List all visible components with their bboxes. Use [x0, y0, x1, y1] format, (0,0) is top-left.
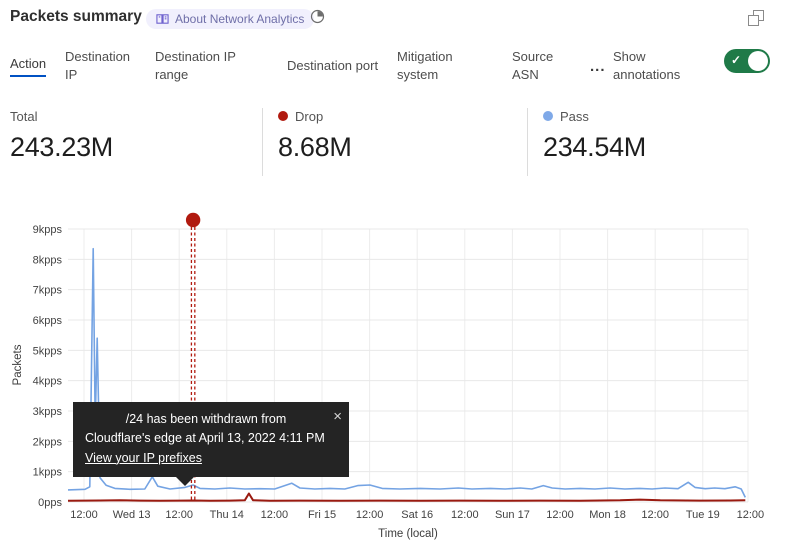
x-tick-label: 12:00 [261, 509, 289, 521]
x-tick-label: 12:00 [356, 509, 384, 521]
stat-value: 243.23M [10, 132, 113, 163]
x-axis-title: Time (local) [68, 528, 748, 540]
packets-summary-panel: Packets summary About Network Analytics … [0, 0, 785, 555]
legend-dot [278, 111, 288, 121]
show-annotations-toggle[interactable]: ✓ [724, 49, 770, 73]
tab-label: Mitigation system [397, 48, 491, 83]
tab-label: Source ASN [512, 48, 574, 83]
x-tick-label: 12:00 [70, 509, 98, 521]
stat-divider [262, 108, 263, 176]
annotation-marker[interactable] [186, 213, 200, 227]
y-axis-title: Packets [12, 305, 24, 425]
popout-icon[interactable] [748, 10, 764, 26]
tab-label: Destination IP range [155, 48, 267, 83]
x-tick-label: Mon 18 [589, 509, 626, 521]
x-tick-label: 12:00 [641, 509, 669, 521]
x-tick-label: Tue 19 [686, 509, 720, 521]
y-tick-label: 3kpps [33, 406, 63, 418]
tab-destination-ip-range[interactable]: Destination IP range [155, 47, 267, 85]
annotation-tooltip: × /24 has been withdrawn from Cloudflare… [73, 402, 349, 477]
close-icon[interactable]: × [333, 405, 342, 428]
tab-label: Destination IP [65, 48, 143, 83]
clock-icon [310, 9, 325, 29]
stat-total: Total 243.23M [10, 108, 113, 163]
x-tick-label: 12:00 [165, 509, 193, 521]
x-tick-label: Wed 13 [113, 509, 151, 521]
about-badge-label: About Network Analytics [175, 12, 304, 26]
x-tick-label: Sat 16 [401, 509, 433, 521]
toggle-knob [748, 51, 768, 71]
y-tick-label: 0pps [38, 497, 62, 509]
x-tick-label: Thu 14 [210, 509, 244, 521]
x-tick-label: Fri 15 [308, 509, 336, 521]
stat-label: Pass [560, 109, 589, 124]
stat-pass: Pass 234.54M [543, 108, 646, 163]
y-tick-label: 4kpps [33, 376, 63, 388]
tab-source-asn[interactable]: Source ASN [512, 47, 574, 85]
x-tick-label: Sun 17 [495, 509, 530, 521]
stat-label: Total [10, 109, 37, 124]
y-tick-label: 1kpps [33, 467, 63, 479]
x-tick-label: 12:00 [737, 509, 765, 521]
tooltip-arrow [176, 477, 194, 486]
about-network-analytics-badge[interactable]: About Network Analytics [146, 9, 314, 29]
tab-destination-ip[interactable]: Destination IP [65, 47, 143, 85]
packets-chart: 12:00 Wed 13 12:00 Thu 14 12:00 Fri 15 12:00 Sa… [0, 210, 785, 555]
tab-label: Destination port [287, 57, 378, 75]
page-title: Packets summary [10, 8, 142, 26]
tooltip-line1: /24 has been withdrawn from [85, 410, 337, 429]
x-tick-label: 12:00 [451, 509, 479, 521]
tab-mitigation-system[interactable]: Mitigation system [397, 47, 491, 85]
drop-line [68, 494, 745, 501]
legend-dot [543, 111, 553, 121]
stat-divider [527, 108, 528, 176]
tab-label: Action [10, 55, 46, 78]
check-icon: ✓ [731, 53, 741, 67]
show-annotations-label: Show annotations [613, 47, 708, 85]
y-tick-label: 2kpps [33, 436, 63, 448]
stat-drop: Drop 8.68M [278, 108, 352, 163]
tooltip-line2: Cloudflare's edge at April 13, 2022 4:11… [85, 429, 337, 448]
y-tick-label: 9kpps [33, 224, 63, 236]
stat-value: 234.54M [543, 132, 646, 163]
y-tick-label: 8kpps [33, 254, 63, 266]
more-tabs-button[interactable]: ... [590, 47, 606, 85]
tab-destination-port[interactable]: Destination port [287, 47, 378, 85]
book-icon [156, 13, 169, 25]
y-tick-label: 6kpps [33, 315, 63, 327]
y-tick-label: 5kpps [33, 345, 63, 357]
stat-value: 8.68M [278, 132, 352, 163]
x-tick-label: 12:00 [546, 509, 574, 521]
stat-label: Drop [295, 109, 323, 124]
y-tick-label: 7kpps [33, 285, 63, 297]
tab-action[interactable]: Action [10, 47, 46, 85]
view-ip-prefixes-link[interactable]: View your IP prefixes [85, 449, 202, 468]
